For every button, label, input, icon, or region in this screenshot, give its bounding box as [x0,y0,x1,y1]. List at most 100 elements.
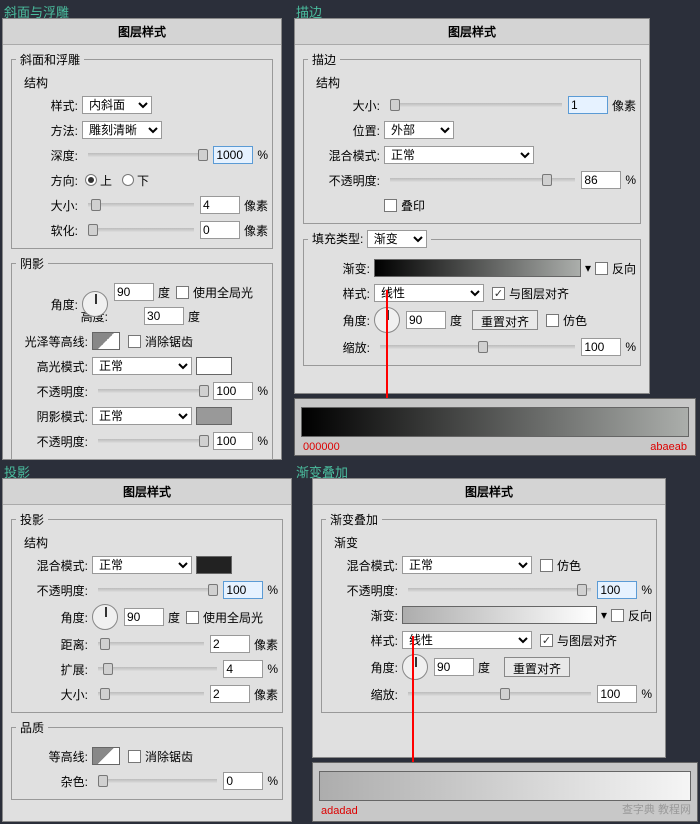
align-checkbox[interactable] [540,634,553,647]
op-input[interactable] [597,581,637,599]
pos-label: 位置: [308,122,380,139]
blend-select[interactable]: 正常 [384,146,534,164]
reset-align-button[interactable]: 重置对齐 [504,657,570,677]
depth-input[interactable] [213,146,253,164]
angle-dial[interactable] [82,291,108,317]
hop-input[interactable] [213,382,253,400]
angle-input[interactable] [434,658,474,676]
aa-checkbox[interactable] [128,335,141,348]
scale-slider[interactable] [380,345,575,349]
contour-picker[interactable] [92,747,120,765]
gradient-strip[interactable] [319,771,691,801]
shadow-swatch[interactable] [196,407,232,425]
stroke-panel: 图层样式 描边 结构 大小:像素 位置:外部 混合模式:正常 不透明度:% 叠印… [294,18,650,394]
op-slider[interactable] [98,588,217,592]
dist-input[interactable] [210,635,250,653]
scale-input[interactable] [581,338,621,356]
gradov-group: 渐变叠加 渐变 混合模式:正常仿色 不透明度:% 渐变:▾反向 样式:线性与图层… [321,511,657,713]
angle-label: 角度: [308,312,370,329]
legend: 填充类型: 渐变 [308,230,431,248]
alt-input[interactable] [144,307,184,325]
noise-input[interactable] [223,772,263,790]
size-slider[interactable] [98,692,204,696]
noise-label: 杂色: [16,773,88,790]
stop-left: 000000 [303,441,340,453]
reverse-checkbox[interactable] [595,262,608,275]
legend: 描边 [308,51,340,68]
smode-select[interactable]: 正常 [92,407,192,425]
dir-down-radio[interactable] [122,174,134,186]
angle-input[interactable] [124,608,164,626]
style-label: 样式: [308,285,370,302]
angle-dial[interactable] [92,604,118,630]
grad-style-select[interactable]: 线性 [374,284,484,302]
dither-checkbox[interactable] [546,314,559,327]
angle-input[interactable] [114,283,154,301]
op-input[interactable] [581,171,621,189]
angle-input[interactable] [406,311,446,329]
op-slider[interactable] [408,588,591,592]
spread-label: 扩展: [16,661,88,678]
size-slider[interactable] [88,203,194,207]
legend: 投影 [16,511,48,528]
align-checkbox[interactable] [492,287,505,300]
spread-input[interactable] [223,660,263,678]
size-label: 大小: [308,97,380,114]
angle-label: 角度: [326,659,398,676]
blend-label: 混合模式: [16,557,88,574]
pos-select[interactable]: 外部 [384,121,454,139]
gradient-strip[interactable] [301,407,689,437]
sop-label: 不透明度: [16,433,88,450]
dist-slider[interactable] [98,642,204,646]
bevel-structure-group: 斜面和浮雕 结构 样式:内斜面 方法:雕刻清晰 深度:% 方向:上下 大小:像素… [11,51,273,249]
dir-up-radio[interactable] [85,174,97,186]
op-input[interactable] [223,581,263,599]
aa-checkbox[interactable] [128,750,141,763]
highlight-swatch[interactable] [196,357,232,375]
size-input[interactable] [200,196,240,214]
sop-input[interactable] [213,432,253,450]
sop-slider[interactable] [98,439,207,443]
noise-slider[interactable] [98,779,217,783]
grad-label: 渐变: [308,260,370,277]
op-label: 不透明度: [16,582,88,599]
dist-label: 距离: [16,636,88,653]
gradient-picker[interactable] [402,606,597,624]
blend-select[interactable]: 正常 [402,556,532,574]
hmode-select[interactable]: 正常 [92,357,192,375]
shadow-panel: 图层样式 投影 结构 混合模式:正常 不透明度:% 角度:度使用全局光 距离:像… [2,478,292,822]
blend-select[interactable]: 正常 [92,556,192,574]
gradov-panel: 图层样式 渐变叠加 渐变 混合模式:正常仿色 不透明度:% 渐变:▾反向 样式:… [312,478,666,758]
soft-input[interactable] [200,221,240,239]
size-slider[interactable] [390,103,562,107]
shadow-quality-group: 品质 等高线:消除锯齿 杂色:% [11,719,283,800]
reverse-checkbox[interactable] [611,609,624,622]
size-input[interactable] [210,685,250,703]
global-light-checkbox[interactable] [176,286,189,299]
angle-dial[interactable] [402,654,428,680]
soft-slider[interactable] [88,228,194,232]
size-input[interactable] [568,96,608,114]
panel-title: 图层样式 [3,479,291,505]
size-label: 大小: [16,686,88,703]
tech-select[interactable]: 雕刻清晰 [82,121,162,139]
sub-legend: 结构 [316,74,636,91]
global-light-checkbox[interactable] [186,611,199,624]
shadow-color-swatch[interactable] [196,556,232,574]
reset-align-button[interactable]: 重置对齐 [472,310,538,330]
dither-checkbox[interactable] [540,559,553,572]
hop-slider[interactable] [98,389,207,393]
gloss-contour[interactable] [92,332,120,350]
spread-slider[interactable] [98,667,217,671]
scale-input[interactable] [597,685,637,703]
style-select[interactable]: 线性 [402,631,532,649]
panel-title: 图层样式 [313,479,665,505]
gradient-picker[interactable] [374,259,581,277]
scale-slider[interactable] [408,692,591,696]
op-slider[interactable] [390,178,575,182]
style-select[interactable]: 内斜面 [82,96,152,114]
fill-type-select[interactable]: 渐变 [367,230,427,248]
stop-right: abaeab [650,441,687,453]
depth-slider[interactable] [88,153,207,157]
overprint-checkbox[interactable] [384,199,397,212]
